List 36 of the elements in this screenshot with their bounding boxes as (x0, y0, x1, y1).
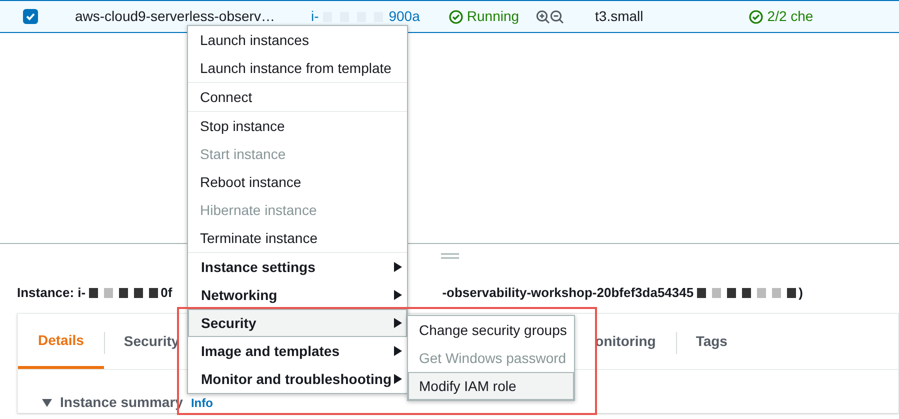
instance-title: -observability-workshop-20bfef3da54345 (442, 284, 694, 302)
submenu-arrow-icon (394, 346, 402, 356)
tab[interactable]: Tags (676, 314, 748, 369)
menu-item[interactable]: Reboot instance (188, 168, 407, 196)
check-circle-icon (448, 10, 463, 24)
instance-title: ) (798, 284, 803, 302)
instance-id-link[interactable]: 900a (388, 6, 420, 27)
tab[interactable]: onitoring (575, 314, 676, 369)
menu-item[interactable]: Networking (188, 281, 407, 309)
menu-item[interactable]: Terminate instance (188, 224, 407, 252)
instance-name: aws-cloud9-serverless-observ… (75, 7, 275, 26)
instance-title: 0f (160, 284, 172, 302)
checkmark-icon (25, 11, 36, 22)
menu-item[interactable]: Instance settings (188, 253, 407, 281)
menu-item[interactable]: Security (188, 309, 407, 337)
menu-item[interactable]: Change security groups (408, 316, 574, 344)
menu-item[interactable]: Modify IAM role (408, 372, 574, 400)
instance-state: Running (466, 7, 520, 26)
drag-handle-icon (440, 252, 458, 258)
zoom-in-icon (536, 10, 550, 24)
instance-type: t3.small (595, 7, 644, 26)
menu-item[interactable]: Stop instance (188, 112, 407, 140)
submenu-arrow-icon (394, 262, 402, 272)
submenu-arrow-icon (394, 290, 402, 300)
menu-item[interactable]: Connect (188, 83, 407, 111)
check-circle-icon (749, 10, 764, 24)
menu-item[interactable]: Launch instance from template (188, 54, 407, 82)
status-check: 2/2 che (767, 7, 814, 26)
submenu-arrow-icon (394, 318, 402, 328)
checkbox[interactable] (23, 9, 38, 24)
info-link[interactable]: Info (190, 394, 213, 412)
instance-title: Instance: i- (17, 284, 86, 302)
table-row[interactable]: aws-cloud9-serverless-observ… i- 900a Running t3.small 2/2 che (0, 0, 899, 33)
submenu-arrow-icon (394, 374, 402, 384)
zoom-out-icon (550, 10, 564, 24)
instance-id-link[interactable]: i- (310, 6, 319, 27)
